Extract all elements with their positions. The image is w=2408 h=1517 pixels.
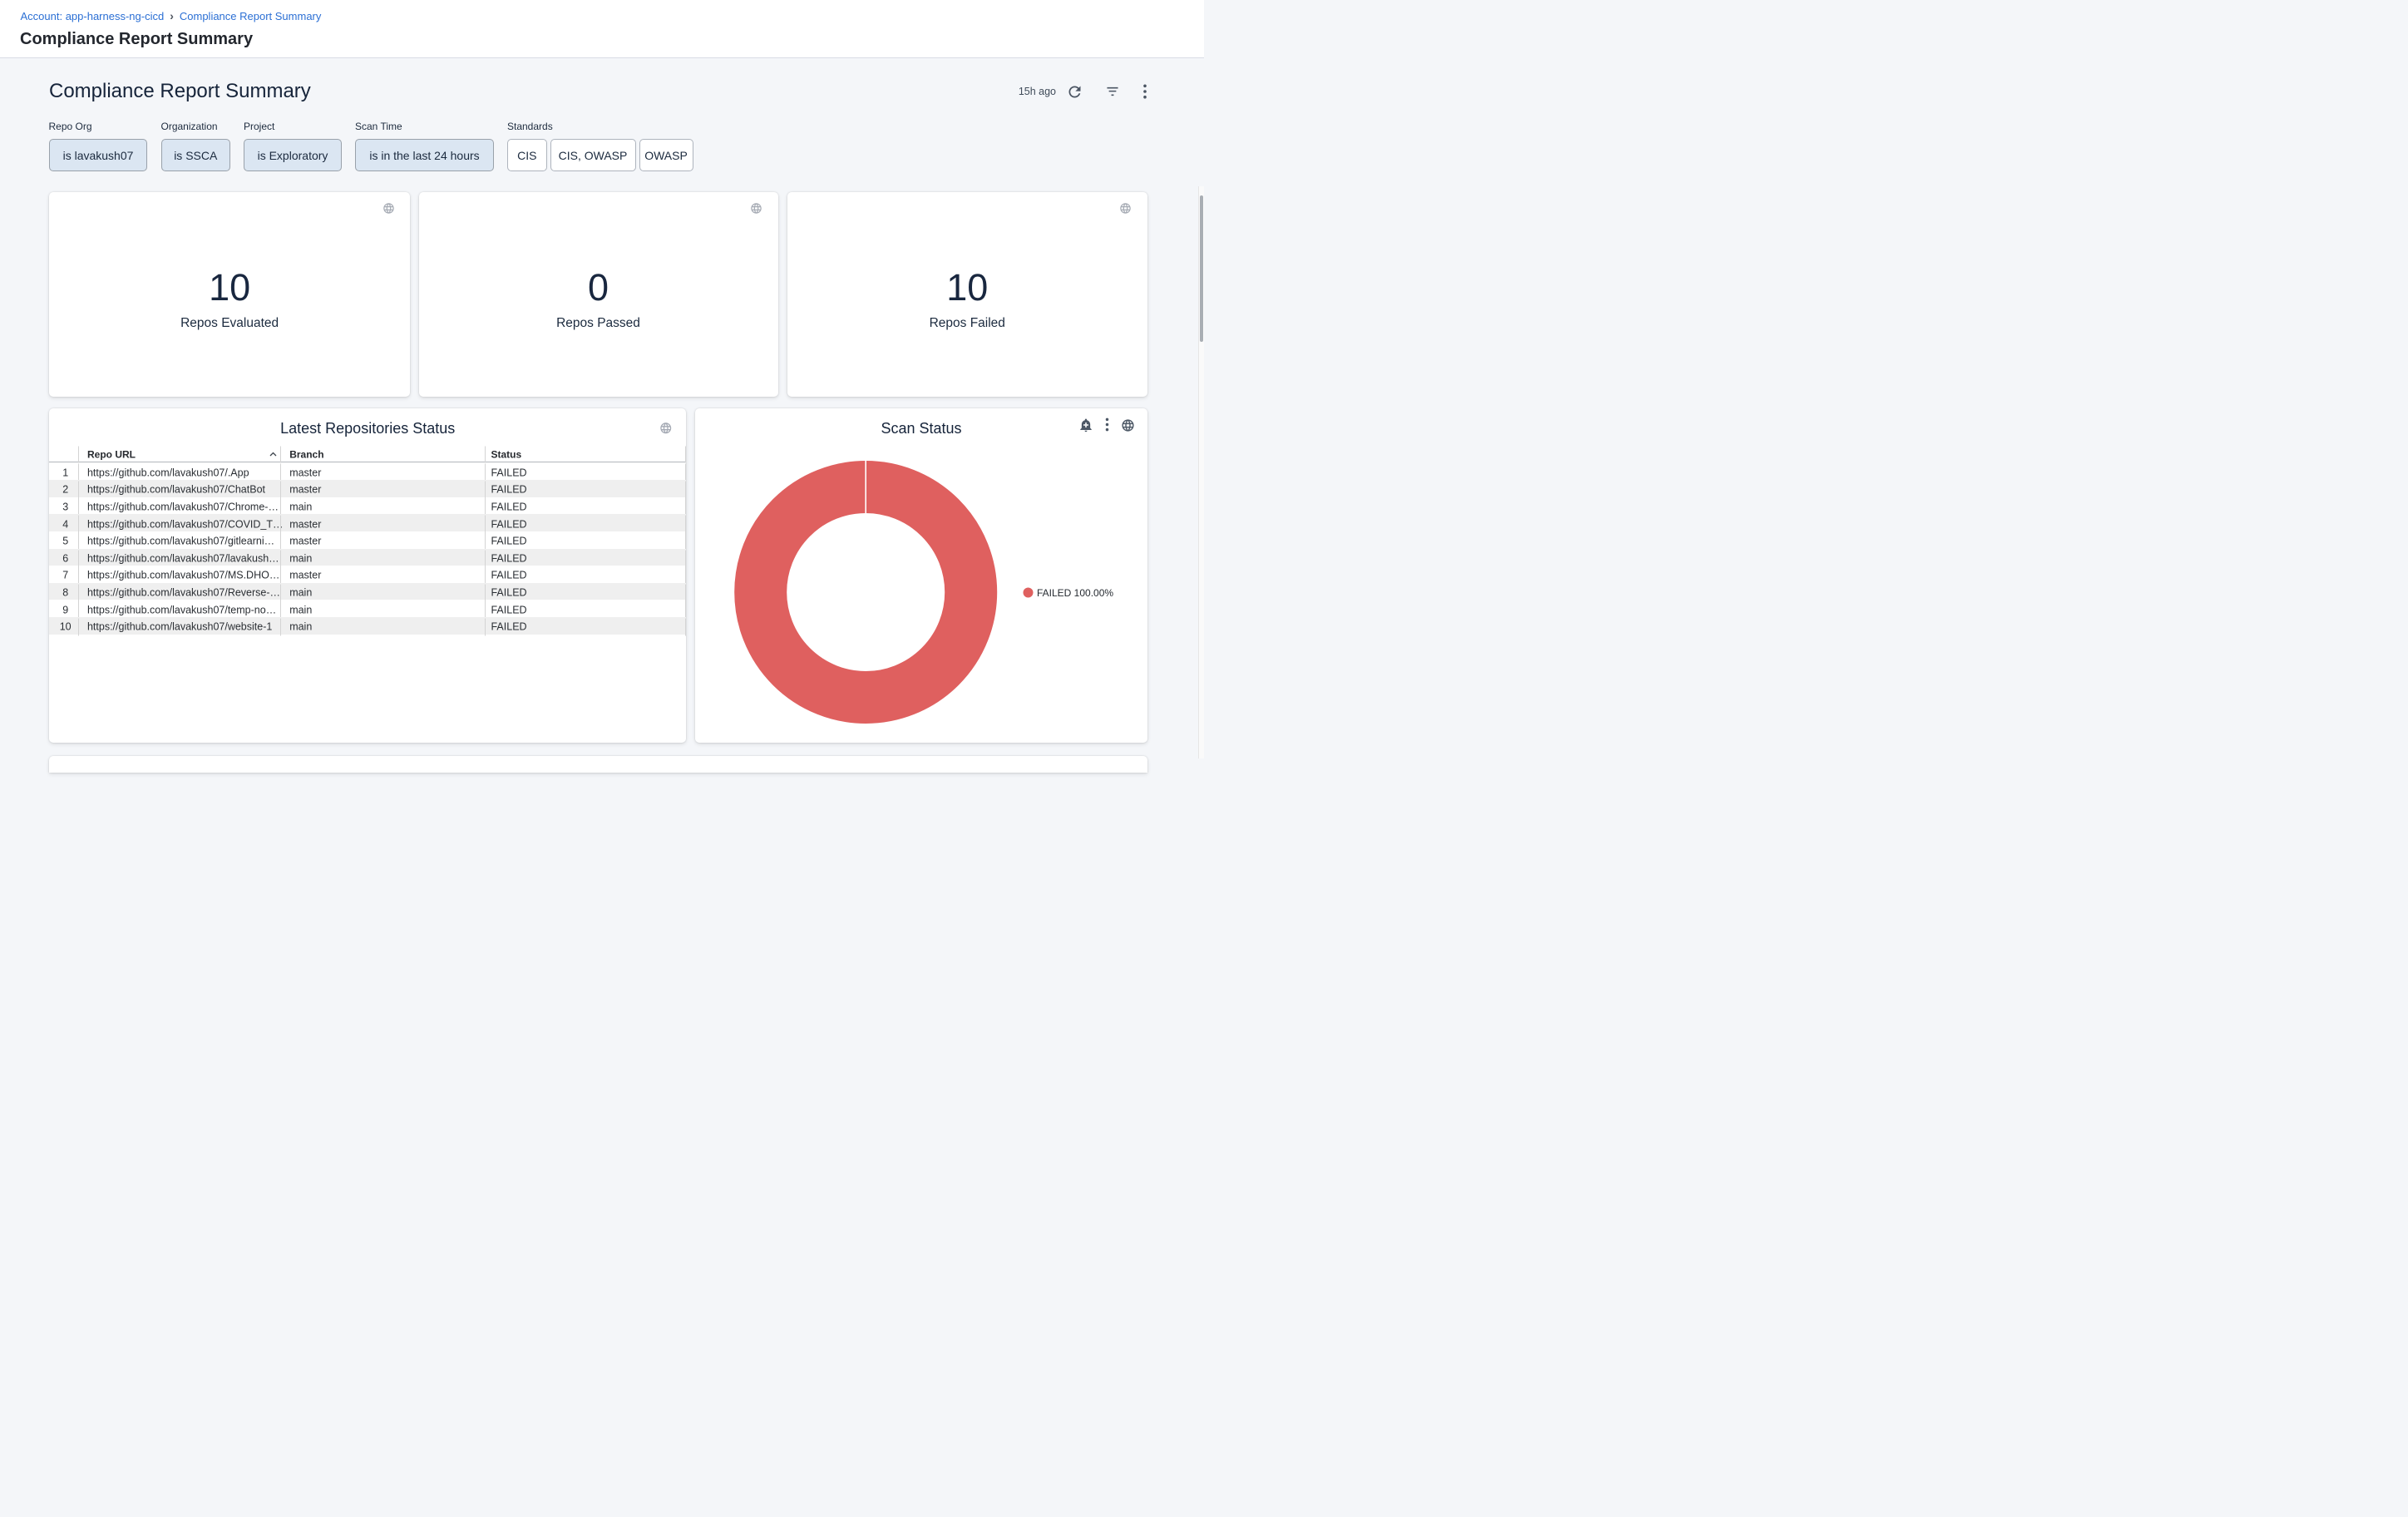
svg-text:FAILED 100.00%: FAILED 100.00% [1037, 587, 1113, 599]
